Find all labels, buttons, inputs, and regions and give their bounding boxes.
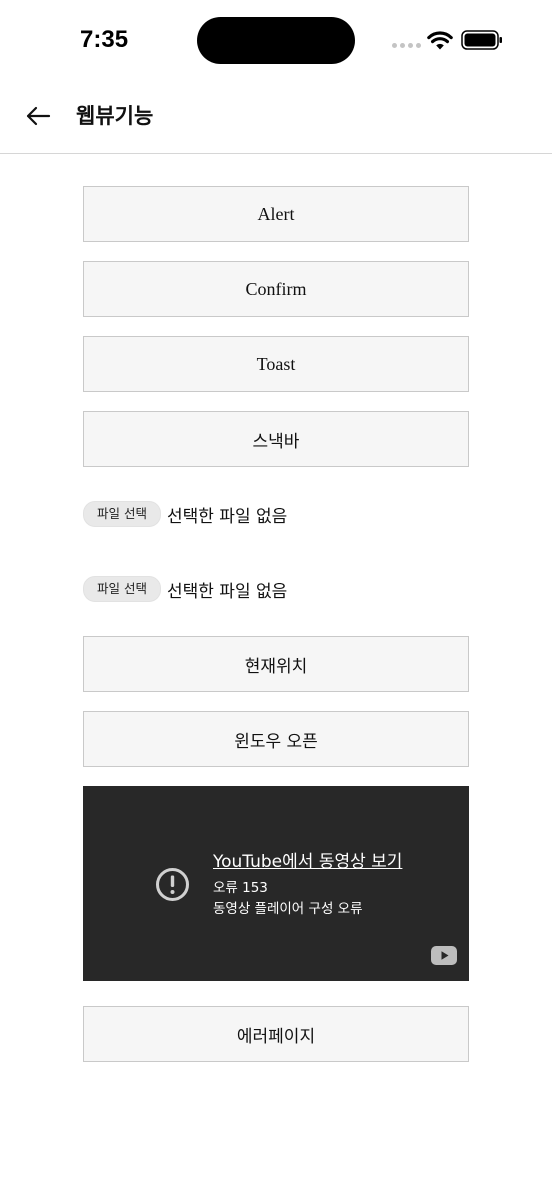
confirm-button[interactable]: Confirm bbox=[83, 261, 469, 317]
wifi-icon bbox=[427, 31, 453, 50]
file-input: 파일 선택 선택한 파일 없음 bbox=[83, 486, 469, 542]
error-page-button[interactable]: 에러페이지 bbox=[83, 1006, 469, 1062]
error-icon bbox=[156, 868, 189, 901]
cellular-signal-icon bbox=[392, 43, 421, 48]
snackbar-button[interactable]: 스낵바 bbox=[83, 411, 469, 467]
file-select-button[interactable]: 파일 선택 bbox=[83, 576, 161, 602]
arrow-left-icon bbox=[26, 106, 51, 126]
toast-button[interactable]: Toast bbox=[83, 336, 469, 392]
file-status: 선택한 파일 없음 bbox=[166, 581, 288, 602]
alert-button[interactable]: Alert bbox=[83, 186, 469, 242]
file-status: 선택한 파일 없음 bbox=[166, 506, 288, 527]
youtube-icon[interactable] bbox=[431, 946, 457, 965]
status-bar: 7:35 bbox=[0, 0, 552, 80]
app-header: 웹뷰기능 bbox=[0, 80, 552, 154]
back-button[interactable] bbox=[20, 98, 56, 134]
window-open-button[interactable]: 윈도우 오픈 bbox=[83, 711, 469, 767]
status-time: 7:35 bbox=[80, 26, 129, 53]
file-select-button[interactable]: 파일 선택 bbox=[83, 501, 161, 527]
current-location-button[interactable]: 현재위치 bbox=[83, 636, 469, 692]
page-title: 웹뷰기능 bbox=[76, 104, 154, 128]
webview-content: Alert Confirm Toast 스낵바 파일 선택 선택한 파일 없음 … bbox=[83, 186, 469, 1081]
dynamic-island bbox=[197, 17, 355, 64]
file-input: 파일 선택 선택한 파일 없음 bbox=[83, 561, 469, 617]
video-error-code: 오류 153 bbox=[213, 880, 268, 896]
watch-on-youtube-link[interactable]: YouTube에서 동영상 보기 bbox=[213, 847, 402, 872]
youtube-video-embed[interactable]: YouTube에서 동영상 보기 오류 153 동영상 플레이어 구성 오류 bbox=[83, 786, 469, 981]
video-error-message: 동영상 플레이어 구성 오류 bbox=[213, 901, 363, 917]
battery-icon bbox=[461, 30, 502, 50]
